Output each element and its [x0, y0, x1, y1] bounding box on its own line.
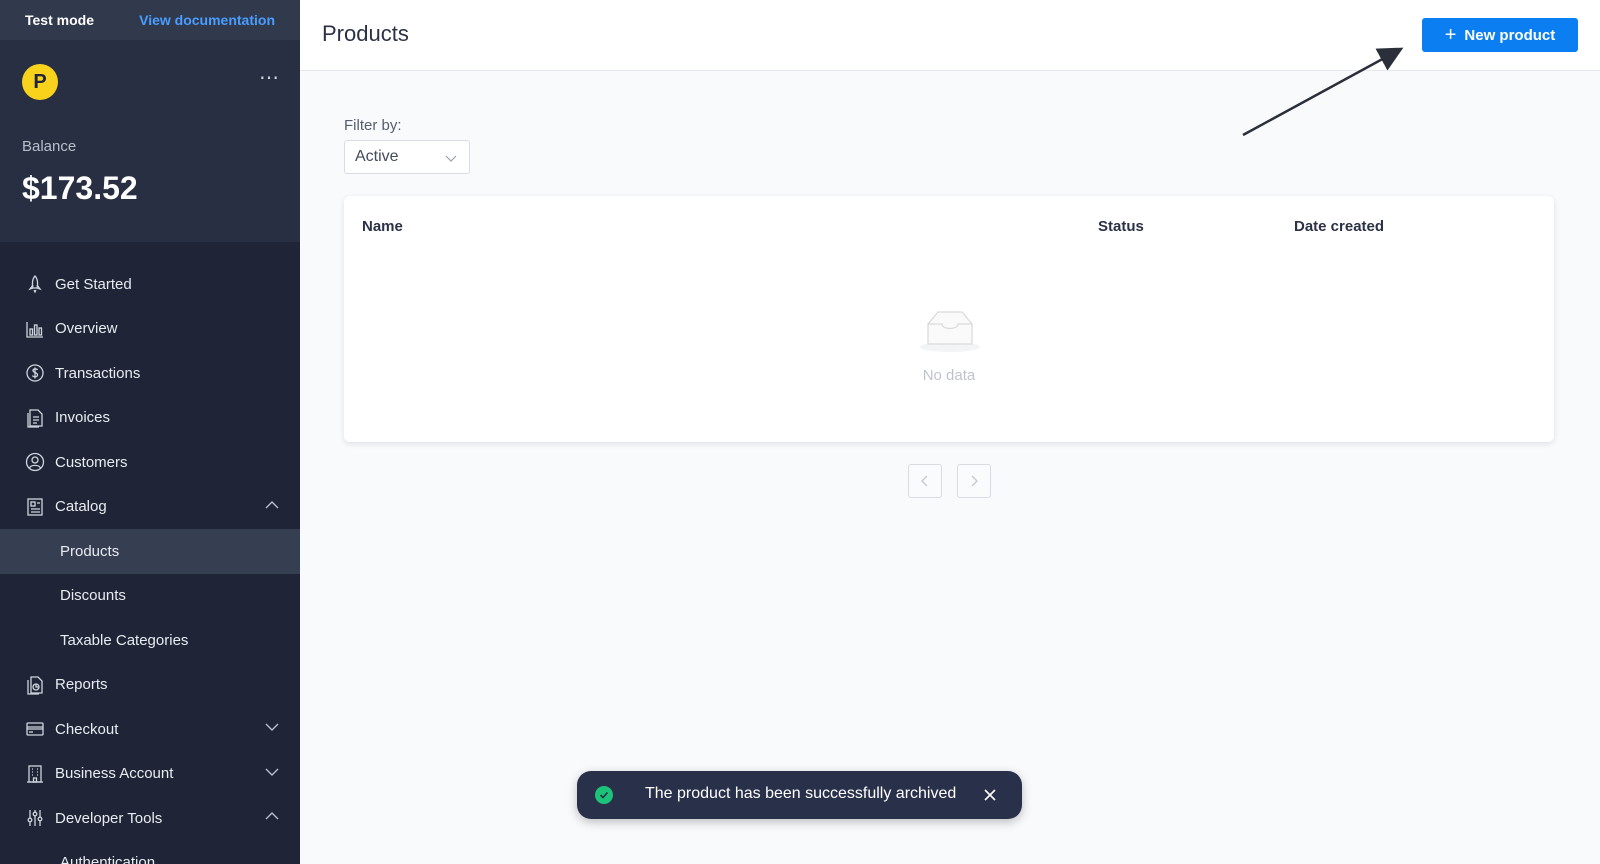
- next-page-button[interactable]: [957, 464, 991, 498]
- status-filter-select[interactable]: Active: [344, 140, 470, 174]
- rocket-icon: [25, 274, 45, 294]
- view-documentation-link[interactable]: View documentation: [139, 12, 275, 28]
- sidebar-item-taxable-categories[interactable]: Taxable Categories: [0, 618, 300, 663]
- sidebar-item-developer-tools[interactable]: Developer Tools: [0, 796, 300, 841]
- chevron-up-icon: [265, 812, 279, 820]
- account-summary: P ⋯ Balance $173.52: [0, 40, 300, 242]
- test-mode-label: Test mode: [25, 12, 94, 28]
- sidebar: Test mode View documentation P ⋯ Balance…: [0, 0, 300, 864]
- more-options-icon[interactable]: ⋯: [259, 65, 280, 90]
- sidebar-item-authentication[interactable]: Authentication: [0, 841, 300, 864]
- account-logo[interactable]: P: [22, 64, 58, 100]
- column-header-date-created[interactable]: Date created: [1294, 218, 1384, 235]
- column-header-status[interactable]: Status: [1098, 218, 1144, 235]
- sidebar-item-reports[interactable]: Reports: [0, 663, 300, 708]
- sidebar-item-catalog[interactable]: Catalog: [0, 485, 300, 530]
- previous-page-button[interactable]: [908, 464, 942, 498]
- sidebar-item-label: Transactions: [55, 364, 141, 382]
- reports-icon: [25, 675, 45, 695]
- column-header-name[interactable]: Name: [362, 218, 403, 235]
- balance-value: $173.52: [22, 170, 138, 206]
- plus-icon: +: [1444, 24, 1457, 46]
- sidebar-item-label: Taxable Categories: [60, 631, 189, 649]
- chevron-up-icon: [265, 500, 279, 508]
- filter-label: Filter by:: [344, 117, 402, 134]
- chevron-down-icon: [265, 768, 279, 776]
- invoice-icon: [25, 408, 45, 428]
- success-toast: The product has been successfully archiv…: [577, 771, 1022, 819]
- toast-message: The product has been successfully archiv…: [645, 785, 957, 802]
- user-icon: [25, 452, 45, 472]
- close-icon[interactable]: [982, 787, 998, 803]
- new-product-label: New product: [1464, 26, 1556, 44]
- annotation-arrow-icon: [1242, 47, 1404, 137]
- sidebar-item-label: Products: [60, 542, 120, 560]
- sliders-icon: [25, 808, 45, 828]
- filter-value: Active: [355, 148, 399, 165]
- sidebar-item-checkout[interactable]: Checkout: [0, 707, 300, 752]
- sidebar-item-label: Business Account: [55, 765, 174, 783]
- chart-icon: [25, 319, 45, 339]
- sidebar-item-label: Invoices: [55, 409, 111, 427]
- sidebar-item-overview[interactable]: Overview: [0, 307, 300, 352]
- sidebar-item-discounts[interactable]: Discounts: [0, 574, 300, 619]
- empty-state-text: No data: [922, 367, 976, 384]
- sidebar-item-label: Overview: [55, 320, 118, 338]
- success-check-icon: [595, 786, 613, 804]
- catalog-icon: [25, 497, 45, 517]
- sidebar-item-label: Catalog: [55, 498, 107, 516]
- sidebar-item-invoices[interactable]: Invoices: [0, 396, 300, 441]
- building-icon: [25, 764, 45, 784]
- chevron-down-icon: [265, 723, 279, 731]
- sidebar-item-business-account[interactable]: Business Account: [0, 752, 300, 797]
- test-mode-bar: Test mode View documentation: [0, 0, 300, 40]
- products-table: Name Status Date created No data: [344, 196, 1554, 442]
- sidebar-item-label: Discounts: [60, 587, 126, 605]
- chevron-down-icon: [445, 155, 457, 162]
- card-icon: [25, 719, 45, 739]
- sidebar-item-customers[interactable]: Customers: [0, 440, 300, 485]
- chevron-left-icon: [921, 475, 928, 487]
- sidebar-item-label: Customers: [55, 453, 128, 471]
- sidebar-item-label: Authentication: [60, 854, 156, 864]
- sidebar-item-products[interactable]: Products: [0, 529, 300, 574]
- sidebar-item-get-started[interactable]: Get Started: [0, 262, 300, 307]
- balance-label: Balance: [22, 138, 77, 155]
- empty-inbox-icon: [920, 311, 980, 352]
- sidebar-nav: Get Started Overview Transactions Invoic…: [0, 262, 300, 864]
- page-title: Products: [322, 21, 409, 46]
- sidebar-item-transactions[interactable]: Transactions: [0, 351, 300, 396]
- sidebar-item-label: Checkout: [55, 720, 119, 738]
- sidebar-item-label: Developer Tools: [55, 809, 163, 827]
- chevron-right-icon: [971, 475, 978, 487]
- new-product-button[interactable]: + New product: [1422, 18, 1578, 52]
- sidebar-item-label: Reports: [55, 676, 108, 694]
- dollar-icon: [25, 363, 45, 383]
- sidebar-item-label: Get Started: [55, 275, 132, 293]
